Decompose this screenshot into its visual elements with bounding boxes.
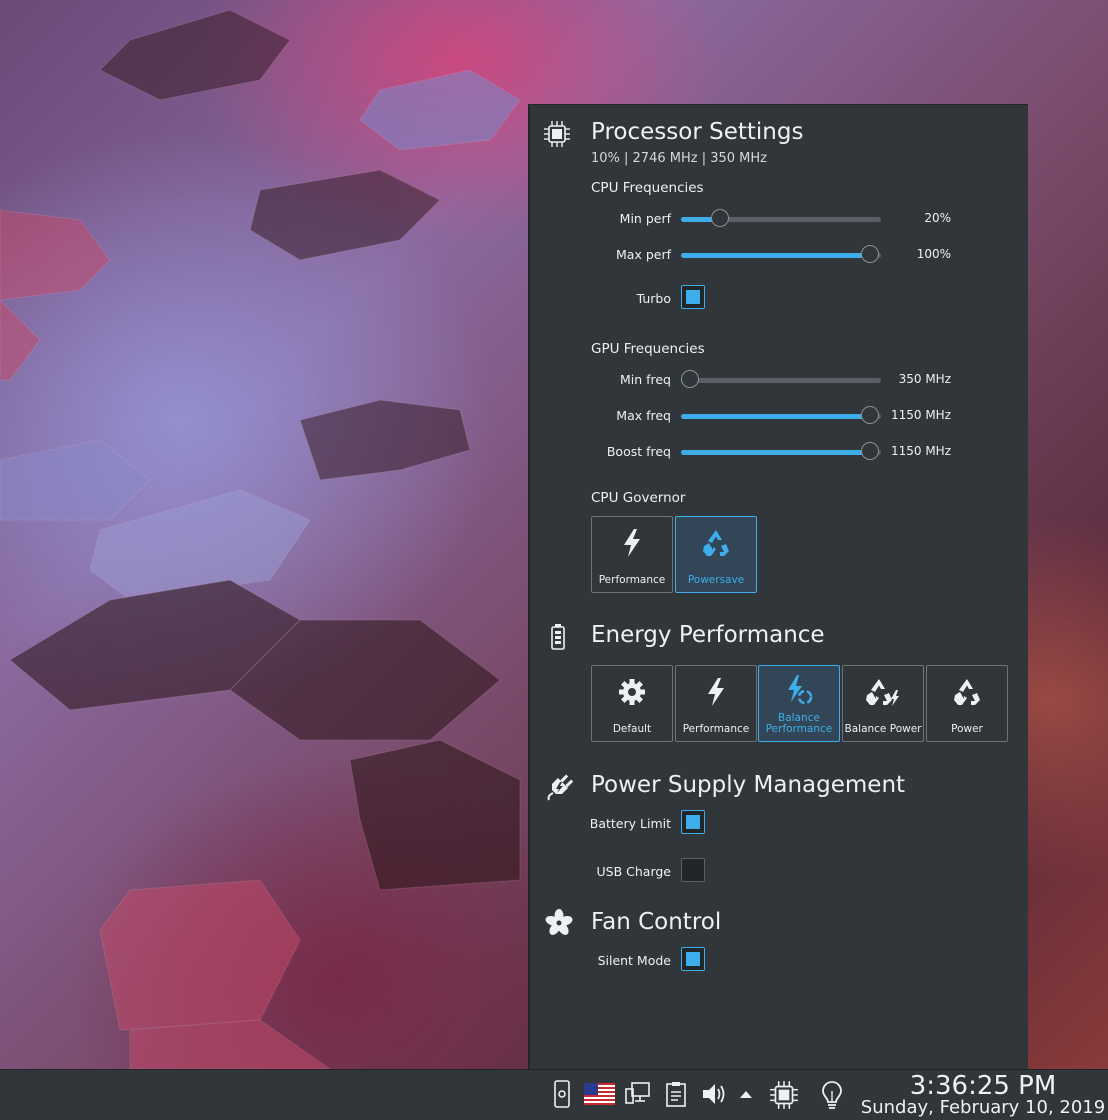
energy-default-button[interactable]: Default bbox=[591, 665, 673, 742]
slider-handle[interactable] bbox=[861, 245, 879, 263]
governor-powersave-button[interactable]: Powersave bbox=[675, 516, 757, 593]
turbo-checkbox[interactable] bbox=[681, 285, 705, 309]
energy-power-label: Power bbox=[951, 723, 983, 735]
max-perf-value: 100% bbox=[916, 247, 951, 261]
governor-performance-label: Performance bbox=[598, 574, 666, 586]
min-perf-slider[interactable] bbox=[681, 209, 881, 229]
phone-settings-icon[interactable] bbox=[551, 1079, 579, 1109]
clock-date[interactable]: Sunday, February 10, 2019 bbox=[858, 1097, 1108, 1118]
us-flag-icon[interactable] bbox=[584, 1083, 616, 1105]
governor-performance-button[interactable]: Performance bbox=[591, 516, 673, 593]
min-perf-label: Min perf bbox=[619, 211, 671, 226]
turbo-label: Turbo bbox=[636, 291, 671, 306]
battery-icon bbox=[544, 622, 574, 652]
min-perf-value: 20% bbox=[924, 211, 951, 225]
lightbulb-icon[interactable] bbox=[819, 1079, 847, 1109]
max-perf-label: Max perf bbox=[616, 247, 671, 262]
recycle-icon bbox=[927, 676, 1007, 708]
energy-balance-performance-button[interactable]: Balance Performance bbox=[758, 665, 840, 742]
processor-status-summary: 10% | 2746 MHz | 350 MHz bbox=[591, 151, 767, 166]
energy-balance-power-button[interactable]: Balance Power bbox=[842, 665, 924, 742]
processor-settings-popup: Processor Settings 10% | 2746 MHz | 350 … bbox=[528, 104, 1028, 1069]
recycle-lightning-icon bbox=[843, 676, 923, 708]
min-freq-label: Min freq bbox=[619, 372, 671, 387]
fan-control-title: Fan Control bbox=[591, 909, 722, 935]
energy-default-label: Default bbox=[612, 723, 652, 735]
min-freq-slider[interactable] bbox=[681, 370, 881, 390]
slider-handle[interactable] bbox=[861, 442, 879, 460]
governor-powersave-label: Powersave bbox=[687, 574, 745, 586]
recycle-icon bbox=[676, 527, 756, 559]
lightning-icon bbox=[676, 676, 756, 708]
max-freq-label: Max freq bbox=[616, 408, 671, 423]
cpu-chip-icon[interactable] bbox=[768, 1079, 800, 1111]
max-freq-slider[interactable] bbox=[681, 406, 881, 426]
boost-freq-value: 1150 MHz bbox=[890, 444, 951, 458]
usb-charge-label: USB Charge bbox=[596, 864, 672, 879]
lightning-icon bbox=[592, 527, 672, 559]
energy-balance-power-label: Balance Power bbox=[844, 723, 922, 735]
max-perf-slider[interactable] bbox=[681, 245, 881, 265]
usb-charge-checkbox[interactable] bbox=[681, 858, 705, 882]
energy-performance-button[interactable]: Performance bbox=[675, 665, 757, 742]
slider-handle[interactable] bbox=[681, 370, 699, 388]
energy-performance-title: Energy Performance bbox=[591, 622, 825, 648]
boost-freq-label: Boost freq bbox=[606, 444, 671, 459]
gpu-frequencies-heading: GPU Frequencies bbox=[591, 341, 705, 357]
min-freq-value: 350 MHz bbox=[898, 372, 951, 386]
gear-icon bbox=[592, 676, 672, 708]
slider-handle[interactable] bbox=[711, 209, 729, 227]
boost-freq-slider[interactable] bbox=[681, 442, 881, 462]
energy-balance-performance-label: Balance Performance bbox=[759, 713, 839, 735]
battery-limit-label: Battery Limit bbox=[589, 816, 671, 831]
energy-power-button[interactable]: Power bbox=[926, 665, 1008, 742]
cpu-frequencies-heading: CPU Frequencies bbox=[591, 180, 704, 196]
cpu-chip-icon bbox=[542, 119, 572, 149]
processor-settings-title: Processor Settings bbox=[591, 119, 804, 145]
cpu-governor-heading: CPU Governor bbox=[591, 490, 686, 506]
battery-limit-checkbox[interactable] bbox=[681, 810, 705, 834]
silent-mode-label: Silent Mode bbox=[597, 953, 671, 968]
max-freq-value: 1150 MHz bbox=[890, 408, 951, 422]
clipboard-icon[interactable] bbox=[663, 1080, 691, 1110]
slider-handle[interactable] bbox=[861, 406, 879, 424]
energy-performance-label: Performance bbox=[682, 723, 750, 735]
power-supply-title: Power Supply Management bbox=[591, 772, 906, 798]
plug-icon bbox=[544, 772, 574, 802]
silent-mode-checkbox[interactable] bbox=[681, 947, 705, 971]
lightning-recycle-icon bbox=[759, 674, 839, 706]
label-line: Performance bbox=[765, 723, 833, 735]
expand-tray-icon[interactable] bbox=[737, 1084, 755, 1104]
fan-icon bbox=[544, 908, 574, 938]
volume-icon[interactable] bbox=[700, 1080, 728, 1110]
network-icon[interactable] bbox=[624, 1080, 652, 1110]
